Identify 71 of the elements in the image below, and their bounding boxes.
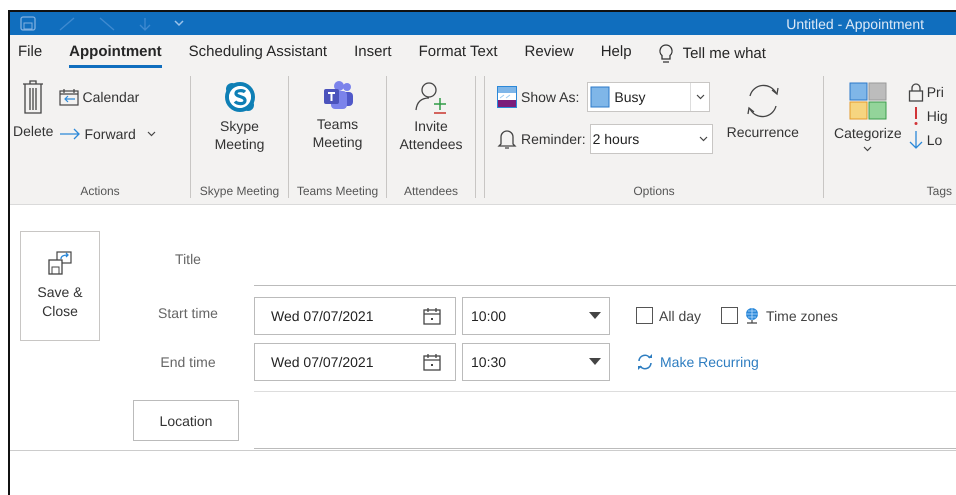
time-zones-label: Time zones bbox=[766, 308, 838, 324]
ribbon-tab[interactable]: Format Text bbox=[418, 39, 498, 68]
categorize-button[interactable]: Categorize bbox=[834, 82, 902, 152]
low-importance-button[interactable]: Lo bbox=[908, 130, 948, 150]
right-arrow-icon bbox=[59, 128, 82, 140]
save-icon[interactable] bbox=[20, 16, 36, 31]
delete-button[interactable]: Delete bbox=[13, 80, 54, 140]
calendar-button[interactable]: Calendar bbox=[59, 88, 156, 106]
teams-meeting-button[interactable]: Teams Meeting bbox=[302, 80, 372, 152]
trash-icon bbox=[22, 80, 44, 114]
group-label: Attendees bbox=[404, 184, 458, 198]
bell-icon bbox=[497, 128, 517, 150]
show-as-label: Show As: bbox=[521, 89, 580, 105]
lock-icon bbox=[908, 82, 924, 102]
recurring-icon bbox=[636, 354, 654, 370]
time-dropdown[interactable]: 10:00 bbox=[462, 296, 610, 334]
ribbon-tab[interactable]: Appointment bbox=[69, 39, 162, 68]
recurrence-button[interactable]: Recurrence bbox=[722, 82, 803, 142]
caret-icon bbox=[863, 146, 872, 152]
caret-icon bbox=[698, 136, 708, 142]
date-picker[interactable]: Wed 07/07/2021 bbox=[254, 342, 456, 380]
title-label: Title bbox=[175, 251, 201, 267]
date-picker[interactable]: Wed 07/07/2021 bbox=[254, 296, 456, 334]
calendar-icon bbox=[423, 352, 441, 370]
group-label: Options bbox=[633, 184, 675, 198]
forward-button[interactable]: Forward bbox=[59, 126, 156, 142]
group-label: Skype Meeting bbox=[200, 184, 280, 198]
time-zones-checkbox[interactable] bbox=[721, 307, 738, 324]
skype-meeting-button[interactable]: Skype Meeting bbox=[204, 80, 274, 154]
private-button[interactable]: Pri bbox=[908, 82, 948, 102]
skype-icon bbox=[222, 80, 256, 114]
make-recurring-link[interactable]: Make Recurring bbox=[636, 354, 759, 370]
exclamation-icon bbox=[914, 107, 918, 125]
group-label: Teams Meeting bbox=[296, 184, 378, 198]
window-title: Untitled - Appointment bbox=[786, 16, 924, 32]
all-day-label: All day bbox=[659, 308, 702, 324]
ribbon-tab[interactable]: Help bbox=[600, 39, 632, 68]
group-label: Actions bbox=[80, 184, 120, 198]
time-dropdown[interactable]: 10:30 bbox=[462, 342, 610, 380]
all-day-checkbox[interactable] bbox=[636, 307, 653, 324]
ribbon-tab[interactable]: Review bbox=[524, 39, 574, 68]
down-arrow-icon[interactable] bbox=[138, 16, 152, 30]
time-label: End time bbox=[160, 354, 216, 370]
ribbon-tab[interactable]: Insert bbox=[354, 39, 392, 68]
caret-icon bbox=[696, 94, 706, 100]
save-close-button[interactable]: Save & Close bbox=[20, 231, 100, 341]
globe-icon bbox=[744, 306, 760, 324]
tell-me-search[interactable]: Tell me what bbox=[682, 45, 766, 62]
save-close-icon bbox=[48, 251, 72, 276]
reminder-label: Reminder: bbox=[521, 131, 586, 147]
down-arrow-icon bbox=[908, 130, 924, 150]
save-close-label: Save & Close bbox=[36, 283, 84, 321]
show-as-dropdown[interactable]: Busy bbox=[587, 82, 710, 112]
invite-attendees-button[interactable]: Invite Attendees bbox=[391, 80, 471, 154]
reminder-dropdown[interactable]: 2 hours bbox=[590, 124, 713, 154]
high-importance-button[interactable]: Hig bbox=[908, 107, 948, 125]
category-grid-icon bbox=[848, 82, 887, 120]
add-person-icon bbox=[414, 80, 448, 114]
dropdown-arrow-icon bbox=[589, 358, 601, 365]
location-button[interactable]: Location bbox=[133, 400, 239, 441]
calendar-icon bbox=[423, 306, 441, 324]
customize-caret-icon[interactable] bbox=[174, 20, 184, 27]
ribbon-tab[interactable]: File bbox=[18, 39, 42, 68]
teams-icon bbox=[322, 80, 354, 112]
caret-icon bbox=[146, 131, 156, 137]
time-label: Start time bbox=[158, 305, 218, 321]
group-label: Tags bbox=[926, 184, 952, 198]
lightbulb-icon bbox=[658, 44, 673, 64]
dropdown-arrow-icon bbox=[589, 312, 601, 319]
ribbon-tab[interactable]: Scheduling Assistant bbox=[188, 39, 328, 68]
show-as-icon bbox=[497, 86, 517, 108]
